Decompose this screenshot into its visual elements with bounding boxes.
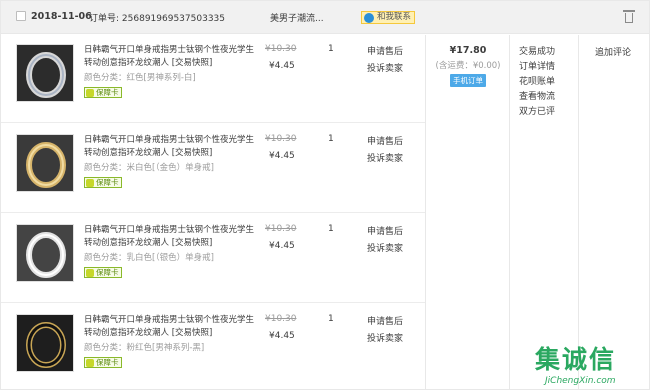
order-header: 2018-11-06 订单号: 256891969537503335 美男子潮流… (1, 1, 649, 34)
quantity: 1 (328, 224, 334, 234)
status-trade-success: 交易成功 (519, 47, 556, 57)
guard-icon (86, 179, 94, 187)
column-divider (509, 35, 510, 390)
original-price: ¥10.30 (265, 224, 297, 234)
guarantee-badge[interactable]: 保障卡 (84, 87, 122, 98)
checkbox-icon[interactable] (16, 11, 26, 21)
product-attribute: 颜色分类：粉红色[男神系列-黑] (84, 343, 205, 353)
order-item: 日韩霸气开口单身戒指男士钛钢个性夜光学生转动创意指环龙纹潮人 [交易快照] 颜色… (1, 125, 425, 213)
contact-label: 和我联系 (377, 12, 412, 22)
product-title-link[interactable]: 日韩霸气开口单身戒指男士钛钢个性夜光学生转动创意指环龙纹潮人 [交易快照] (84, 44, 254, 70)
quantity: 1 (328, 44, 334, 54)
complain-seller-link[interactable]: 投诉卖家 (367, 151, 403, 164)
order-total: ¥17.80 (含运费：¥0.00) 手机订单 (427, 35, 509, 87)
product-thumbnail[interactable] (16, 134, 74, 192)
apply-after-sales-link[interactable]: 申请售后 (367, 314, 403, 327)
trash-icon[interactable] (623, 10, 635, 24)
guarantee-label: 保障卡 (96, 88, 119, 97)
guarantee-badge[interactable]: 保障卡 (84, 267, 122, 278)
huabei-bill-link[interactable]: 花呗账单 (519, 75, 555, 90)
original-price: ¥10.30 (265, 314, 297, 324)
product-attribute: 颜色分类：乳白色[（银色）单身戒] (84, 253, 214, 263)
watermark-logo: 集诚信 (535, 345, 617, 374)
unit-price: ¥4.45 (269, 331, 295, 341)
order-status-links: 交易成功 订单详情 花呗账单 查看物流 双方已评 (519, 45, 555, 120)
guarantee-label: 保障卡 (96, 358, 119, 367)
column-divider (425, 35, 426, 390)
product-title-link[interactable]: 日韩霸气开口单身戒指男士钛钢个性夜光学生转动创意指环龙纹潮人 [交易快照] (84, 314, 254, 340)
unit-price: ¥4.45 (269, 151, 295, 161)
complain-seller-link[interactable]: 投诉卖家 (367, 241, 403, 254)
order-item: 日韩霸气开口单身戒指男士钛钢个性夜光学生转动创意指环龙纹潮人 [交易快照] 颜色… (1, 35, 425, 123)
order-item: 日韩霸气开口单身戒指男士钛钢个性夜光学生转动创意指环龙纹潮人 [交易快照] 颜色… (1, 215, 425, 303)
order-item: 日韩霸气开口单身戒指男士钛钢个性夜光学生转动创意指环龙纹潮人 [交易快照] 颜色… (1, 305, 425, 390)
product-attribute: 颜色分类：米白色[（金色）单身戒] (84, 163, 214, 173)
product-thumbnail[interactable] (16, 314, 74, 372)
original-price: ¥10.30 (265, 44, 297, 54)
order-card: 2018-11-06 订单号: 256891969537503335 美男子潮流… (0, 0, 650, 390)
guard-icon (86, 269, 94, 277)
quantity: 1 (328, 134, 334, 144)
product-title-link[interactable]: 日韩霸气开口单身戒指男士钛钢个性夜光学生转动创意指环龙纹潮人 [交易快照] (84, 134, 254, 160)
both-reviewed-link[interactable]: 双方已评 (519, 105, 555, 120)
product-title-link[interactable]: 日韩霸气开口单身戒指男士钛钢个性夜光学生转动创意指环龙纹潮人 [交易快照] (84, 224, 254, 250)
complain-seller-link[interactable]: 投诉卖家 (367, 331, 403, 344)
total-amount: ¥17.80 (449, 45, 487, 56)
guarantee-label: 保障卡 (96, 268, 119, 277)
apply-after-sales-link[interactable]: 申请售后 (367, 134, 403, 147)
mobile-order-badge: 手机订单 (450, 74, 486, 87)
apply-after-sales-link[interactable]: 申请售后 (367, 44, 403, 57)
complain-seller-link[interactable]: 投诉卖家 (367, 61, 403, 74)
guarantee-badge[interactable]: 保障卡 (84, 357, 122, 368)
order-details-link[interactable]: 订单详情 (519, 60, 555, 75)
order-number-label: 订单号: (89, 14, 120, 24)
shipping-fee: (含运费：¥0.00) (435, 61, 501, 71)
original-price: ¥10.30 (265, 134, 297, 144)
unit-price: ¥4.45 (269, 241, 295, 251)
quantity: 1 (328, 314, 334, 324)
watermark-url: JiChengXin.com (545, 376, 616, 386)
view-logistics-link[interactable]: 查看物流 (519, 90, 555, 105)
unit-price: ¥4.45 (269, 61, 295, 71)
add-review-link[interactable]: 追加评论 (595, 45, 631, 58)
shop-name-link[interactable]: 美男子潮流... (270, 11, 324, 24)
chat-icon (364, 13, 374, 23)
order-date: 2018-11-06 (31, 11, 92, 22)
guarantee-label: 保障卡 (96, 178, 119, 187)
product-thumbnail[interactable] (16, 224, 74, 282)
apply-after-sales-link[interactable]: 申请售后 (367, 224, 403, 237)
order-number: 订单号: 256891969537503335 (89, 11, 225, 24)
guard-icon (86, 89, 94, 97)
product-thumbnail[interactable] (16, 44, 74, 102)
guard-icon (86, 359, 94, 367)
watermark: 集诚信 JiChengXin.com (535, 345, 650, 390)
order-number-value: 256891969537503335 (121, 14, 225, 24)
product-attribute: 颜色分类：红色[男神系列-白] (84, 73, 196, 83)
contact-seller-button[interactable]: 和我联系 (361, 11, 416, 24)
column-divider (578, 35, 579, 390)
guarantee-badge[interactable]: 保障卡 (84, 177, 122, 188)
